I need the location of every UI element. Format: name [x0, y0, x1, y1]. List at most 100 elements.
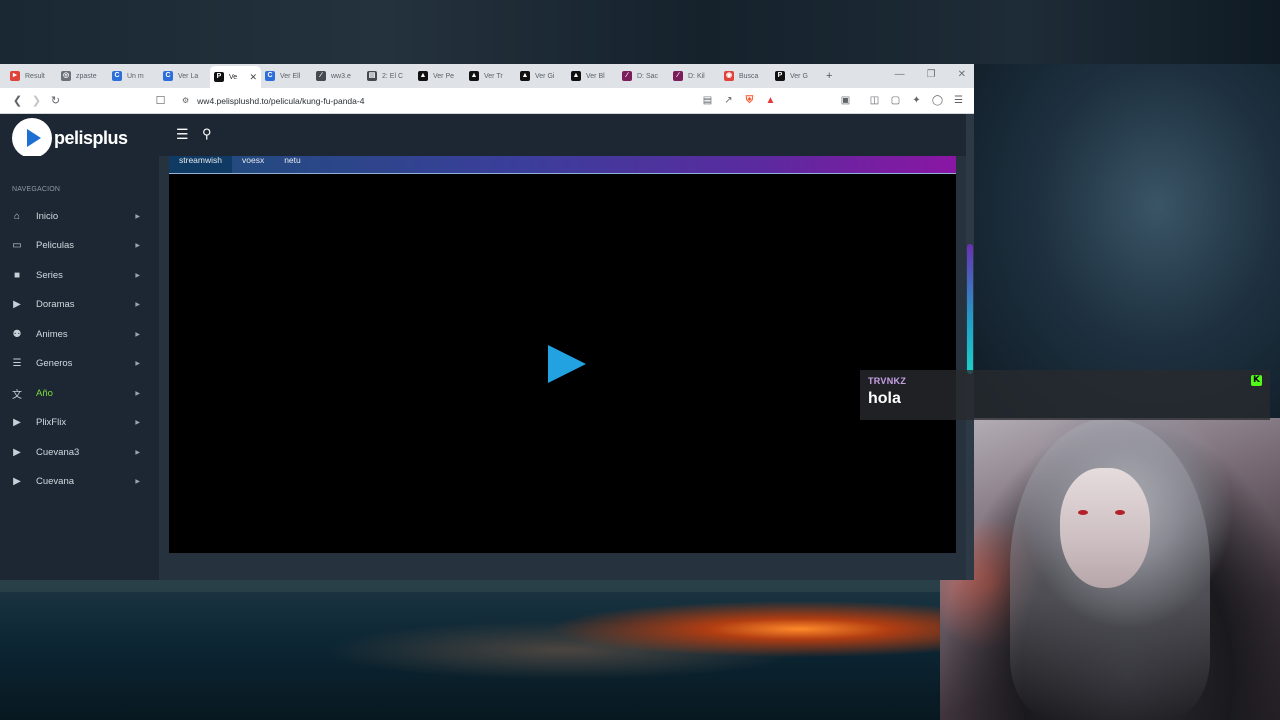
reader-mode-icon[interactable]: ▤ — [698, 95, 717, 106]
tab-label: 2: El C — [382, 72, 404, 80]
sidebar-item-label: Cuevana3 — [36, 446, 80, 458]
play-icon: ▶ — [13, 476, 21, 487]
close-window-icon[interactable]: ✕ — [958, 69, 966, 80]
chat-message-overlay: TRVNKZ hola K — [860, 370, 1270, 420]
reload-icon[interactable]: ↻ — [46, 94, 65, 107]
sidebar-item[interactable]: ▭ Peliculas ▶ — [0, 234, 159, 258]
back-icon[interactable]: ❮ — [8, 94, 27, 107]
screenshot-icon[interactable]: ▣ — [836, 95, 855, 106]
chat-message: hola — [868, 390, 901, 407]
browser-tab[interactable]: P Ve ✕ — [210, 66, 261, 88]
tab-label: Ver Tr — [484, 72, 503, 80]
video-camera-icon: ■ — [13, 269, 21, 281]
browser-toolbar: ❮ ❯ ↻ ☐ ⚙ ww4.pelisplushd.to/pelicula/ku… — [0, 88, 974, 114]
chart-icon: ∕ — [673, 71, 683, 81]
menu-icon[interactable]: ☰ — [949, 95, 968, 106]
chevron-right-icon: ▶ — [135, 331, 140, 338]
sidebar-item[interactable]: ▶ Doramas ▶ — [0, 293, 159, 317]
browser-tab[interactable]: ▲ Ver Tr — [465, 66, 516, 86]
sidebar-item[interactable]: ▶ Cuevana3 ▶ — [0, 440, 159, 464]
minimize-icon[interactable]: — — [895, 69, 905, 80]
cuevana-c-icon: C — [265, 71, 275, 81]
main-content: streamwish voesx netu — [159, 156, 974, 580]
chevron-right-icon: ▶ — [135, 420, 140, 426]
browser-tab[interactable]: ◉ Busca — [720, 66, 771, 86]
translate-icon: 文 — [12, 389, 22, 401]
brave-rewards-icon[interactable]: ▲ — [761, 95, 780, 106]
play-icon[interactable] — [548, 345, 586, 383]
page-scrollbar[interactable] — [966, 114, 974, 580]
stream-background-top — [0, 0, 1280, 64]
tab-label: Ver Bl — [586, 72, 605, 80]
list-icon: ☰ — [12, 358, 22, 369]
chevron-right-icon: ▶ — [135, 479, 140, 485]
close-tab-icon[interactable]: ✕ — [249, 72, 257, 83]
sidebar-toggle-icon[interactable]: ◫ — [865, 95, 884, 106]
chevron-right-icon: ▶ — [135, 390, 140, 397]
tab-label: D: Kil — [688, 72, 705, 80]
tab-label: Un m — [127, 72, 144, 80]
tab-label: Ver La — [178, 72, 199, 80]
sidebar-item[interactable]: ▶ PlixFlix ▶ — [0, 411, 159, 435]
forward-icon[interactable]: ❯ — [27, 94, 46, 107]
chevron-right-icon: ▶ — [135, 449, 140, 456]
browser-tab[interactable]: ∕ D: Sac — [618, 66, 669, 86]
browser-tab[interactable]: ▤ 2: El C — [363, 66, 414, 86]
browser-tab[interactable]: ◎ zpaste — [57, 66, 108, 86]
sidebar-item-label: PlixFlix — [36, 417, 67, 428]
hamburger-menu-icon[interactable]: ☰ — [176, 126, 189, 143]
leo-ai-icon[interactable]: ✦ — [907, 95, 926, 106]
search-icon[interactable]: ⚲ — [202, 126, 212, 142]
sidebar-item[interactable]: 文 Año ▶ — [0, 381, 159, 405]
sidebar-item-label: Generos — [36, 358, 73, 369]
browser-tab[interactable]: ∕ ww3.e — [312, 66, 363, 86]
sidebar-item[interactable]: ⌂ Inicio ▶ — [0, 204, 159, 228]
triangle-icon: ▲ — [571, 71, 581, 81]
webcam-eye-left — [1078, 510, 1088, 515]
browser-tab[interactable]: ▲ Ver Gi — [516, 66, 567, 86]
scrollbar-thumb[interactable] — [967, 244, 973, 374]
browser-tab[interactable]: C Ver La — [159, 66, 210, 86]
tab-label: zpaste — [76, 72, 97, 80]
logo-play-icon — [12, 118, 52, 158]
share-icon[interactable]: ↗ — [719, 95, 738, 106]
tab-strip: ► Result ◎ zpaste C Un m C Ver La P Ve ✕ C Ver Ell ∕ w… — [0, 64, 974, 88]
sidebar-item[interactable]: ▶ Cuevana ▶ — [0, 470, 159, 494]
sidebar-item-label: Inicio — [36, 210, 59, 222]
logo-text: pelisplus — [54, 127, 128, 148]
new-tab-button[interactable]: + — [826, 70, 832, 82]
document-icon: ▤ — [367, 71, 377, 81]
cuevana-c-icon: C — [112, 71, 122, 81]
sidebar-item[interactable]: ☰ Generos ▶ — [0, 352, 159, 376]
browser-tab[interactable]: ▲ Ver Bl — [567, 66, 618, 86]
browser-tab[interactable]: C Ver Ell — [261, 66, 312, 86]
sidebar-item[interactable]: ■ Series ▶ — [0, 263, 159, 287]
tab-label: Ver Ell — [280, 72, 301, 80]
browser-tab[interactable]: ► Result — [6, 66, 57, 86]
browser-tab[interactable]: ∕ D: Kil — [669, 66, 720, 86]
server-tab[interactable]: voesx — [232, 156, 274, 173]
opera-icon: ► — [10, 71, 20, 81]
tab-label: Result — [25, 72, 45, 80]
play-icon: ▶ — [13, 299, 21, 310]
tab-label: Ve — [229, 73, 238, 81]
cuevana-c-icon: C — [163, 71, 173, 81]
brave-shields-icon[interactable]: ⛨ — [740, 95, 759, 106]
tab-label: Ver Pe — [433, 72, 455, 80]
site-logo[interactable]: pelisplus — [12, 118, 128, 158]
robot-icon: ⚉ — [12, 328, 22, 340]
browser-tab[interactable]: ▲ Ver Pe — [414, 66, 465, 86]
vpn-icon[interactable]: ◯ — [928, 95, 947, 106]
site-settings-icon[interactable]: ⚙ — [182, 96, 189, 105]
maximize-icon[interactable]: ❐ — [927, 69, 936, 80]
browser-tab[interactable]: C Un m — [108, 66, 159, 86]
video-icon: ◉ — [724, 71, 734, 81]
video-player[interactable] — [169, 173, 956, 553]
bookmark-icon[interactable]: ☐ — [151, 94, 170, 107]
browser-tab[interactable]: P Ver G — [771, 66, 822, 86]
wallet-icon[interactable]: ▢ — [886, 95, 905, 106]
chevron-right-icon: ▶ — [135, 302, 140, 308]
sidebar-item[interactable]: ⚉ Animes ▶ — [0, 322, 159, 346]
server-tab[interactable]: streamwish — [169, 156, 232, 173]
server-tab[interactable]: netu — [274, 156, 311, 173]
